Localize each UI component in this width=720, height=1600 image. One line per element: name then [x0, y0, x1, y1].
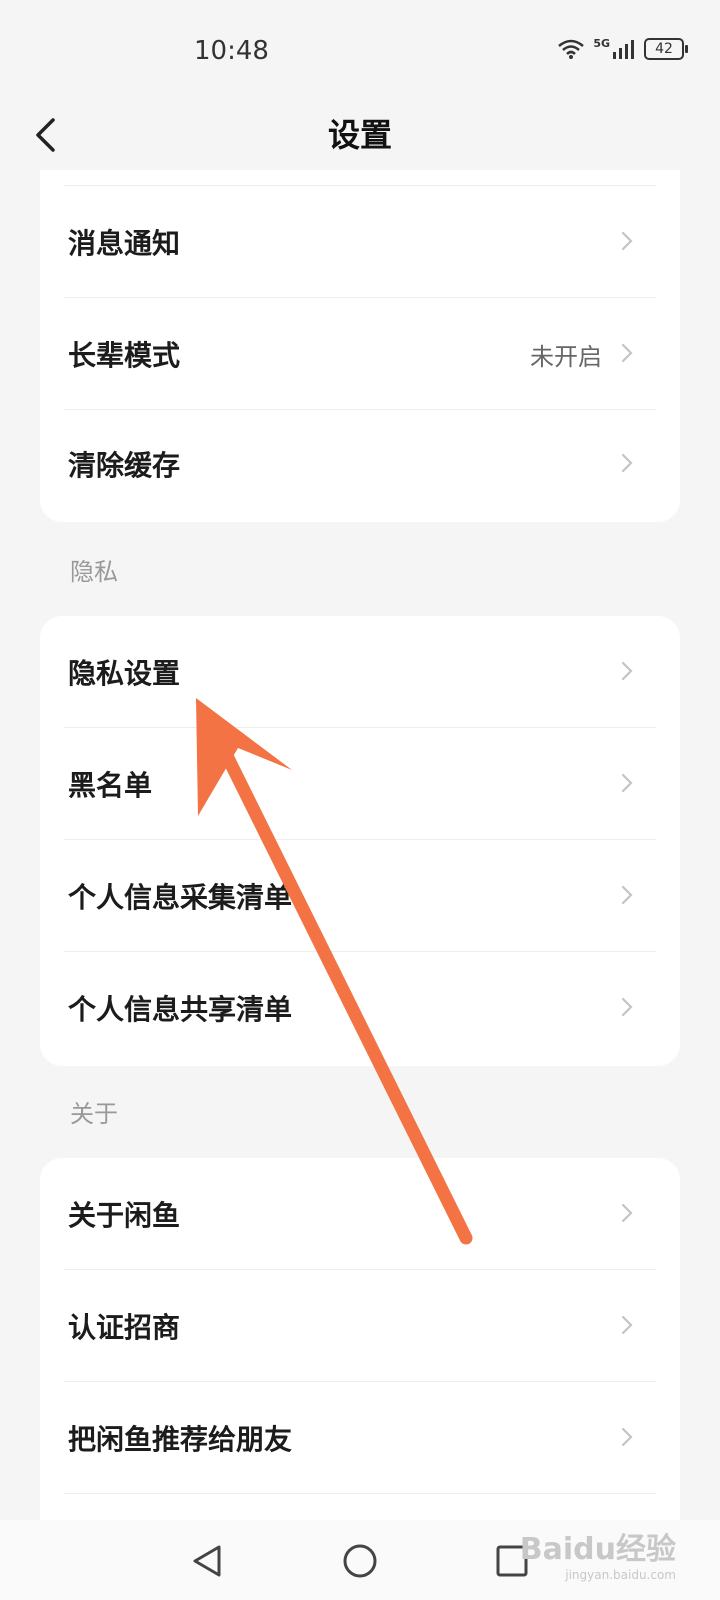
- status-icons: 5G 42: [557, 36, 688, 60]
- triangle-back-icon: [193, 1545, 221, 1577]
- about-card: 关于闲鱼 认证招商 把闲鱼推荐给朋友: [40, 1158, 680, 1558]
- settings-item-label: 个人信息共享清单: [68, 993, 293, 1026]
- chevron-right-icon: [621, 1203, 633, 1223]
- chevron-right-icon: [621, 453, 633, 473]
- chevron-left-icon: [36, 118, 55, 152]
- settings-item-label: 关于闲鱼: [68, 1199, 181, 1232]
- section-title-about: 关于: [70, 1100, 118, 1128]
- privacy-card: 隐私设置 黑名单 个人信息采集清单 个人信息共享清单: [40, 616, 680, 1066]
- settings-item-info-collection-list[interactable]: 个人信息采集清单: [40, 840, 680, 952]
- settings-item-clear-cache[interactable]: 清除缓存: [40, 408, 680, 520]
- watermark-url: jingyan.baidu.com: [565, 1568, 676, 1582]
- page-title: 设置: [327, 116, 392, 154]
- settings-item-notifications[interactable]: 消息通知: [40, 186, 680, 298]
- battery-icon: 42: [644, 38, 688, 60]
- wifi-icon: [558, 39, 585, 59]
- settings-item-label: 清除缓存: [68, 449, 181, 482]
- settings-item-elder-mode[interactable]: 长辈模式 未开启: [40, 298, 680, 410]
- settings-item-label: 消息通知: [68, 227, 181, 260]
- settings-item-label: 黑名单: [68, 769, 153, 802]
- chevron-right-icon: [621, 885, 633, 905]
- circle-home-icon: [343, 1544, 377, 1578]
- settings-item-privacy-settings[interactable]: 隐私设置: [40, 616, 680, 728]
- watermark: Baidu经验 jingyan.baidu.com: [520, 1524, 676, 1582]
- signal-icon: [613, 40, 634, 59]
- chevron-right-icon: [621, 997, 633, 1017]
- settings-item-certification[interactable]: 认证招商: [40, 1270, 680, 1382]
- nav-back-button[interactable]: [182, 1536, 232, 1586]
- settings-item-label: 长辈模式: [68, 339, 181, 372]
- chevron-right-icon: [621, 661, 633, 681]
- back-button[interactable]: [18, 108, 72, 162]
- header: 设置: [0, 100, 720, 170]
- chevron-right-icon: [621, 1427, 633, 1447]
- settings-item-label: 隐私设置: [68, 657, 181, 690]
- network-type: 5G: [593, 36, 610, 50]
- chevron-right-icon: [621, 343, 633, 363]
- settings-item-blacklist[interactable]: 黑名单: [40, 728, 680, 840]
- nav-home-button[interactable]: [335, 1536, 385, 1586]
- chevron-right-icon: [621, 773, 633, 793]
- settings-item-label: 个人信息采集清单: [68, 881, 293, 914]
- settings-item-about-xianyu[interactable]: 关于闲鱼: [40, 1158, 680, 1270]
- settings-item-recommend-to-friends[interactable]: 把闲鱼推荐给朋友: [40, 1382, 680, 1494]
- elder-mode-status: 未开启: [530, 342, 602, 371]
- chevron-right-icon: [621, 231, 633, 251]
- section-title-privacy: 隐私: [70, 558, 118, 586]
- watermark-logo: Baidu经验: [519, 1532, 676, 1567]
- chevron-right-icon: [621, 1315, 633, 1335]
- settings-item-label: 认证招商: [68, 1311, 181, 1344]
- status-bar: 10:48 5G 42: [0, 0, 720, 100]
- status-time: 10:48: [194, 36, 269, 66]
- divider: [64, 1493, 656, 1494]
- settings-item-label: 把闲鱼推荐给朋友: [68, 1423, 293, 1456]
- general-settings-card: 消息通知 长辈模式 未开启 清除缓存: [40, 170, 680, 522]
- settings-item-info-sharing-list[interactable]: 个人信息共享清单: [40, 952, 680, 1064]
